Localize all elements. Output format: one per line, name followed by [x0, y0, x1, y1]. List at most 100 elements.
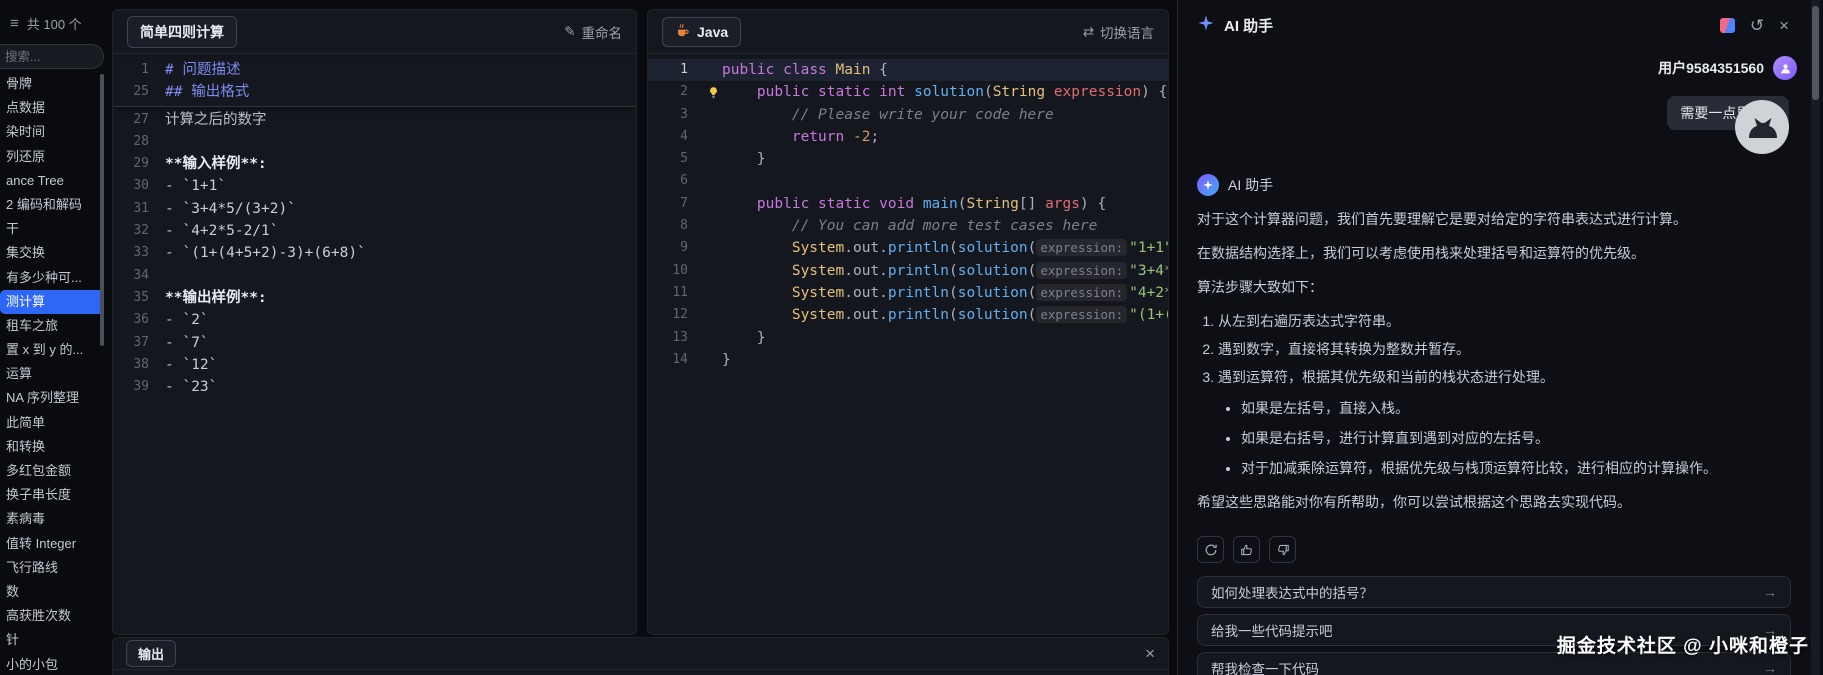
ai-panel-title: AI 助手 [1224, 15, 1273, 36]
problem-title-chip[interactable]: 简单四则计算 [127, 16, 237, 48]
markdown-lines: 27计算之后的数字2829**输入样例**:30- `1+1`31- `3+4*… [113, 109, 636, 399]
code-token [722, 84, 757, 100]
ai-chat-area: 用户9584351560 需要一点思路... AI 助手 对于这个计算器问题，我… [1197, 56, 1797, 675]
lightbulb-icon[interactable] [704, 86, 722, 99]
code-token: ( [1028, 285, 1037, 301]
sidebar-scrollbar[interactable] [100, 74, 104, 346]
line-number: 11 [648, 282, 704, 304]
sidebar-item[interactable]: 干 [0, 217, 104, 241]
sidebar-item[interactable]: 骨牌 [0, 72, 104, 96]
collapse-sidebar-icon[interactable]: ≡ [10, 15, 19, 32]
code-token: solution [914, 84, 984, 100]
code-token [722, 107, 792, 123]
line-text: System.out.println(solution(expression:"… [722, 237, 1169, 259]
sidebar-item[interactable]: 此简单 [0, 411, 104, 435]
history-icon[interactable]: ↺ [1750, 17, 1764, 34]
sidebar-item-selected[interactable]: 测计算 [0, 290, 104, 314]
md-segment: `4+2*5-2/1` [182, 223, 278, 239]
output-tab[interactable]: 输出 [126, 640, 176, 667]
rename-button[interactable]: ✎ 重命名 [564, 22, 622, 42]
md-segment: - [165, 201, 182, 217]
md-segment: `23` [182, 379, 217, 395]
sidebar-item[interactable]: 运算 [0, 362, 104, 386]
code-token: } [722, 352, 731, 368]
code-token: int [879, 84, 905, 100]
code-token: public [757, 84, 809, 100]
sidebar-item[interactable]: 和转换 [0, 435, 104, 459]
md-segment: `7` [182, 335, 208, 351]
sidebar-item[interactable]: 点数据 [0, 96, 104, 120]
ai-step: 遇到数字，直接将其转换为整数并暂存。 [1218, 339, 1797, 360]
md-line: 34 [113, 265, 636, 287]
line-number: 8 [648, 215, 704, 237]
sidebar-item[interactable]: 染时间 [0, 120, 104, 144]
switch-language-button[interactable]: ⇄ 切换语言 [1083, 22, 1154, 42]
line-text: - `7` [165, 332, 209, 354]
code-line: 9 System.out.println(solution(expression… [648, 237, 1168, 259]
code-token: System [792, 240, 844, 256]
sidebar-item[interactable]: 置 x 到 y 的... [0, 338, 104, 362]
sidebar-item[interactable]: 换子串长度 [0, 483, 104, 507]
code-token: .out. [844, 285, 888, 301]
code-token: main [923, 196, 958, 212]
sidebar-item[interactable]: 多红包金额 [0, 459, 104, 483]
language-tab-java[interactable]: Java [662, 17, 741, 47]
line-text: System.out.println(solution(expression:"… [722, 304, 1169, 326]
code-token [827, 62, 836, 78]
sidebar-item[interactable]: 数 [0, 580, 104, 604]
thumbs-down-button[interactable] [1269, 536, 1296, 563]
thumbs-up-button[interactable] [1233, 536, 1260, 563]
code-token [1045, 84, 1054, 100]
sidebar-item[interactable]: 2 编码和解码 [0, 193, 104, 217]
line-text: // You can add more test cases here [722, 215, 1097, 237]
code-token: ( [949, 263, 958, 279]
ai-scrollbar-thumb[interactable] [1812, 6, 1819, 100]
line-number: 10 [648, 260, 704, 282]
code-editor[interactable]: 1public class Main {2 public static int … [648, 54, 1168, 371]
line-text: - `4+2*5-2/1` [165, 220, 279, 242]
line-number: 6 [648, 170, 704, 192]
md-line: 1# 问题描述 [113, 59, 636, 81]
line-number: 14 [648, 349, 704, 371]
code-token [809, 84, 818, 100]
sidebar-item[interactable]: 飞行路线 [0, 556, 104, 580]
sidebar-item[interactable]: 小的小包 [0, 653, 104, 675]
sidebar-item[interactable]: 素病毒 [0, 507, 104, 531]
line-text: System.out.println(solution(expression:"… [722, 282, 1169, 304]
sidebar-item[interactable]: 有多少种可... [0, 266, 104, 290]
sidebar-item[interactable]: 租车之旅 [0, 314, 104, 338]
suggestion-chip[interactable]: 如何处理表达式中的括号？→ [1197, 576, 1791, 608]
markdown-editor[interactable]: 1# 问题描述25## 输出格式 27计算之后的数字2829**输入样例**:3… [113, 54, 636, 398]
search-input[interactable] [0, 44, 104, 69]
sidebar-item[interactable]: 列还原 [0, 145, 104, 169]
ai-scrollbar-track[interactable] [1811, 0, 1820, 675]
ai-message-header: AI 助手 [1197, 174, 1797, 196]
line-text: 计算之后的数字 [165, 109, 267, 131]
md-line: 33- `(1+(4+5+2)-3)+(6+8)` [113, 242, 636, 264]
sidebar-item[interactable]: 值转 Integer [0, 532, 104, 556]
sidebar-item[interactable]: 集交换 [0, 241, 104, 265]
palette-icon[interactable] [1720, 18, 1735, 33]
ai-step: 从左到右遍历表达式字符串。 [1218, 311, 1797, 332]
line-number: 9 [648, 237, 704, 259]
sidebar-item[interactable]: 高获胜次数 [0, 604, 104, 628]
sidebar-item[interactable]: ance Tree [0, 169, 104, 193]
user-avatar [1773, 56, 1797, 80]
md-line: 38- `12` [113, 354, 636, 376]
code-token: println [888, 240, 949, 256]
output-panel: 输出 × [112, 637, 1169, 675]
close-ai-panel-icon[interactable]: × [1779, 17, 1789, 34]
code-token: "3+4*5/(3+2)" [1129, 263, 1169, 279]
regenerate-button[interactable] [1197, 536, 1224, 563]
ai-message-body: 对于这个计算器问题，我们首先要理解它是要对给定的字符串表达式进行计算。在数据结构… [1197, 196, 1797, 526]
sidebar-item[interactable]: NA 序列整理 [0, 386, 104, 410]
line-number: 4 [648, 126, 704, 148]
sidebar-item[interactable]: 针 [0, 628, 104, 652]
ai-panel-header: AI 助手 ↺ × [1197, 14, 1789, 36]
sticky-scroll-lines: 1# 问题描述25## 输出格式 [113, 59, 636, 107]
md-segment: **输出样例**: [165, 290, 267, 306]
close-output-icon[interactable]: × [1145, 645, 1155, 662]
ai-paragraph: 对于这个计算器问题，我们首先要理解它是要对给定的字符串表达式进行计算。 [1197, 209, 1797, 230]
line-number: 34 [113, 265, 165, 287]
code-token: ( [949, 285, 958, 301]
